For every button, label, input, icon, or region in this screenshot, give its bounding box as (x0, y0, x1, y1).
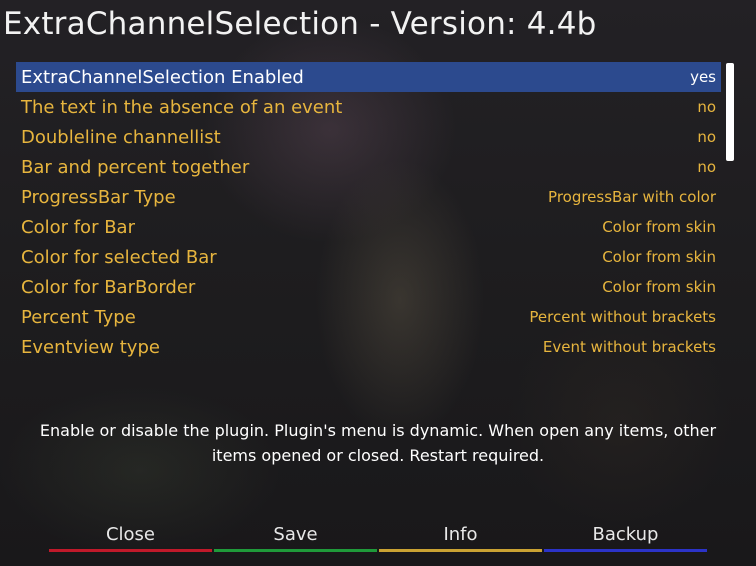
setting-value: ProgressBar with color (548, 188, 716, 206)
setting-label: Color for Bar (21, 216, 135, 238)
setting-label: ProgressBar Type (21, 186, 176, 208)
setting-row-plugin-enabled[interactable]: ExtraChannelSelection Enabled yes (16, 62, 721, 92)
setting-row-doubleline[interactable]: Doubleline channellist no (16, 122, 721, 152)
setting-value: Color from skin (602, 278, 716, 296)
setting-value: Color from skin (602, 218, 716, 236)
setting-label: The text in the absence of an event (21, 96, 343, 118)
setting-label: Eventview type (21, 336, 160, 358)
close-button[interactable]: Close (49, 522, 212, 552)
info-button-label: Info (443, 524, 478, 545)
setting-value: Color from skin (602, 248, 716, 266)
blue-key-indicator (544, 549, 707, 552)
color-button-bar: Close Save Info Backup (0, 522, 756, 552)
setting-label: Percent Type (21, 306, 136, 328)
window-title: ExtraChannelSelection - Version: 4.4b (3, 6, 597, 42)
setting-row-selected-bar-color[interactable]: Color for selected Bar Color from skin (16, 242, 721, 272)
description-line: Enable or disable the plugin. Plugin's m… (39, 421, 717, 440)
setting-label: Color for selected Bar (21, 246, 217, 268)
backup-button[interactable]: Backup (544, 522, 707, 552)
setting-value: no (697, 158, 716, 176)
setting-value: no (697, 128, 716, 146)
info-button[interactable]: Info (379, 522, 542, 552)
description-line: items opened or closed. Restart required… (211, 446, 545, 465)
setting-row-bar-percent[interactable]: Bar and percent together no (16, 152, 721, 182)
red-key-indicator (49, 549, 212, 552)
setting-label: ExtraChannelSelection Enabled (21, 66, 304, 88)
setting-row-no-event-text[interactable]: The text in the absence of an event no (16, 92, 721, 122)
backup-button-label: Backup (592, 524, 659, 545)
setting-label: Doubleline channellist (21, 126, 221, 148)
setting-row-progressbar-type[interactable]: ProgressBar Type ProgressBar with color (16, 182, 721, 212)
save-button-label: Save (273, 524, 318, 545)
setting-row-eventview-type[interactable]: Eventview type Event without brackets (16, 332, 721, 362)
setting-row-bar-color[interactable]: Color for Bar Color from skin (16, 212, 721, 242)
setting-label: Color for BarBorder (21, 276, 196, 298)
help-description: Enable or disable the plugin. Plugin's m… (10, 418, 746, 468)
yellow-key-indicator (379, 549, 542, 552)
setting-value: yes (690, 68, 716, 86)
close-button-label: Close (105, 524, 156, 545)
setting-value: Percent without brackets (529, 308, 716, 326)
settings-list[interactable]: ExtraChannelSelection Enabled yes The te… (16, 62, 721, 362)
setting-row-percent-type[interactable]: Percent Type Percent without brackets (16, 302, 721, 332)
setting-value: no (697, 98, 716, 116)
setting-value: Event without brackets (542, 338, 716, 356)
setting-label: Bar and percent together (21, 156, 250, 178)
list-scrollbar[interactable] (725, 62, 735, 364)
green-key-indicator (214, 549, 377, 552)
scrollbar-thumb[interactable] (726, 63, 734, 161)
save-button[interactable]: Save (214, 522, 377, 552)
setting-row-barborder-color[interactable]: Color for BarBorder Color from skin (16, 272, 721, 302)
